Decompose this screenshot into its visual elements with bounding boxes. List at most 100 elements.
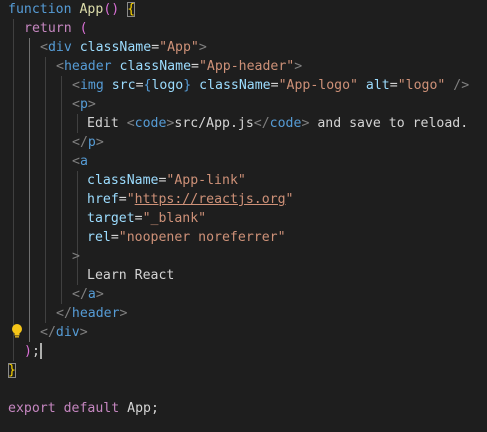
attr-name-classname: className <box>199 78 271 93</box>
jsx-text: Edit <box>87 116 127 131</box>
equals: = <box>389 78 398 93</box>
indent-guide-active <box>29 38 30 342</box>
code-line-18[interactable]: </div> <box>40 323 88 342</box>
code-line-4[interactable]: <header className="App-header"> <box>56 57 302 76</box>
url-link[interactable]: https://reactjs.org <box>135 192 286 207</box>
lightbulb-icon[interactable] <box>10 323 24 339</box>
code-line-3[interactable]: <div className="App"> <box>40 38 207 57</box>
keyword-return: return <box>24 21 72 36</box>
code-line-6[interactable]: <p> <box>72 95 96 114</box>
indent-guide <box>77 171 78 285</box>
tag-bracket: > <box>95 287 104 302</box>
tag-name-header: header <box>63 59 112 74</box>
indent-guide <box>77 114 78 133</box>
keyword-function: function <box>8 2 72 17</box>
export-name: App <box>127 401 151 416</box>
code-line-5[interactable]: <img src={logo} className="App-logo" alt… <box>72 76 469 95</box>
code-line-14[interactable]: > <box>72 247 80 266</box>
attr-value: "noopener noreferrer" <box>118 230 286 245</box>
keyword-default: default <box>63 401 120 416</box>
tag-bracket: < <box>72 78 80 93</box>
tag-bracket: </ <box>72 135 88 150</box>
code-line-20[interactable]: } <box>8 361 16 380</box>
equals: = <box>110 230 119 245</box>
close-paren: ) <box>24 344 32 359</box>
jsx-text-learn-react: Learn React <box>87 268 175 283</box>
equals: = <box>270 78 279 93</box>
attr-name-href: href <box>87 192 119 207</box>
attr-name: className <box>87 173 159 188</box>
code-line-19[interactable]: ); <box>24 342 42 361</box>
code-line-8[interactable]: </p> <box>72 133 104 152</box>
code-line-13[interactable]: rel="noopener noreferrer" <box>87 228 286 247</box>
tag-name-p: p <box>79 97 88 112</box>
code-line-9[interactable]: <a <box>72 152 88 171</box>
code-line-2[interactable]: return ( <box>24 19 88 38</box>
attr-name-rel: rel <box>87 230 111 245</box>
tag-bracket: </ <box>40 325 56 340</box>
expr-logo: logo <box>151 78 184 93</box>
attr-name: className <box>79 40 152 55</box>
attr-name-alt: alt <box>365 78 390 93</box>
tag-bracket: </ <box>72 287 88 302</box>
equals: = <box>135 78 144 93</box>
self-close: /> <box>453 78 470 93</box>
tag-name-div: div <box>55 325 80 340</box>
semicolon: ; <box>150 401 159 416</box>
code-line-11[interactable]: href="https://reactjs.org" <box>87 190 293 209</box>
equals: = <box>191 59 199 74</box>
attr-value: "_blank" <box>142 211 207 226</box>
tag-bracket: > <box>294 59 303 74</box>
open-brace: { <box>127 2 136 17</box>
tag-bracket: < <box>40 40 48 55</box>
text-cursor <box>39 343 42 359</box>
indent-guide <box>61 76 62 304</box>
code-line-10[interactable]: className="App-link" <box>87 171 246 190</box>
tag-bracket: < <box>72 97 80 112</box>
code-editor[interactable]: function App() { return ( <div className… <box>0 0 487 432</box>
attr-value: "App-link" <box>166 173 246 188</box>
attr-name-target: target <box>87 211 135 226</box>
tag-bracket: > <box>87 97 96 112</box>
expr-brace: } <box>183 78 192 93</box>
attr-value: "App-logo" <box>278 78 358 93</box>
equals: = <box>151 40 160 55</box>
tag-name-a: a <box>87 287 96 302</box>
code-line-22[interactable]: export default App; <box>8 399 159 418</box>
code-line-17[interactable]: </header> <box>56 304 127 323</box>
jsx-text-path: src/App.js <box>174 116 254 131</box>
tag-bracket: > <box>79 325 88 340</box>
tag-bracket: > <box>119 306 128 321</box>
attr-value: "logo" <box>397 78 446 93</box>
close-brace: } <box>8 363 16 378</box>
tag-name-img: img <box>79 78 104 93</box>
code-line-16[interactable]: </a> <box>72 285 104 304</box>
tag-bracket: </ <box>56 306 72 321</box>
code-line-12[interactable]: target="_blank" <box>87 209 206 228</box>
jsx-text: and save to reload. <box>309 116 469 131</box>
tag-name-code: code <box>134 116 167 131</box>
tag-bracket: < <box>126 116 135 131</box>
tag-bracket: </ <box>253 116 270 131</box>
code-line-15[interactable]: Learn React <box>87 266 174 285</box>
code-line-1[interactable]: function App() { <box>8 0 136 19</box>
keyword-export: export <box>8 401 56 416</box>
quote: " <box>126 192 135 207</box>
attr-value: "App" <box>159 40 199 55</box>
code-line-7[interactable]: Edit <code>src/App.js</code> and save to… <box>87 114 468 133</box>
tag-bracket: < <box>72 154 80 169</box>
tag-bracket: > <box>95 135 104 150</box>
tag-name-p: p <box>87 135 96 150</box>
attr-value: "App-header" <box>198 59 295 74</box>
equals: = <box>134 211 143 226</box>
tag-name-a: a <box>79 154 88 169</box>
quote: " <box>285 192 294 207</box>
equals: = <box>118 192 127 207</box>
indent-guide <box>45 57 46 323</box>
tag-name-div: div <box>47 40 72 55</box>
attr-name: className <box>119 59 192 74</box>
function-name: App <box>79 2 104 17</box>
tag-bracket: < <box>56 59 64 74</box>
open-paren: ( <box>79 21 88 36</box>
tag-bracket: > <box>72 249 80 264</box>
